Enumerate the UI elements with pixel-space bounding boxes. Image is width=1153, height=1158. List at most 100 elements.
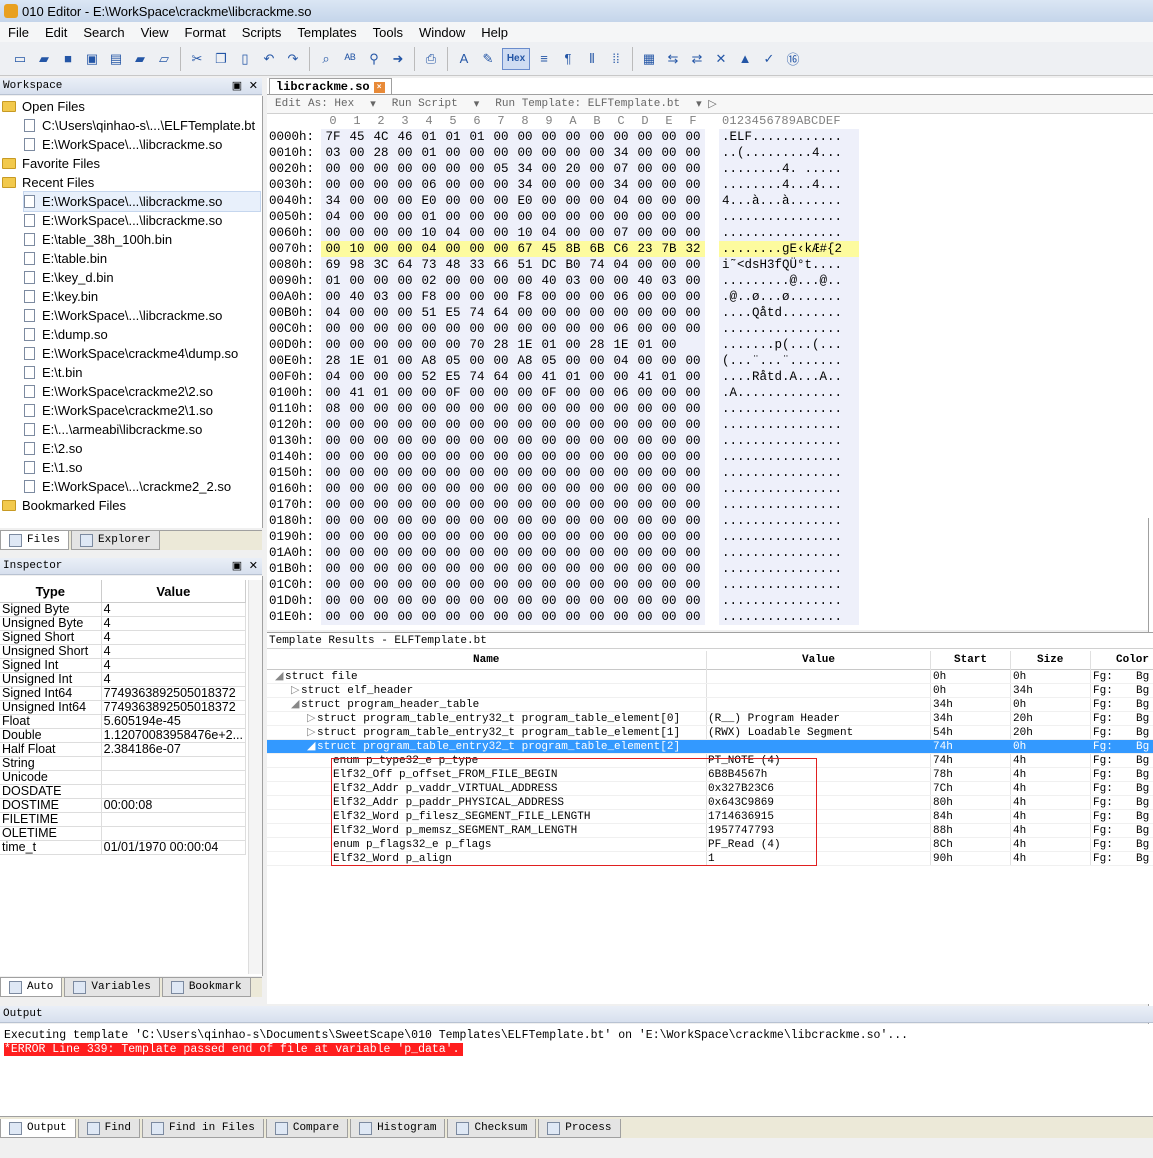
workspace-file[interactable]: E:\WorkSpace\...\libcrackme.so [23,191,261,212]
hex-byte[interactable]: 00 [609,274,633,288]
hex-byte[interactable]: 04 [609,354,633,368]
hex-byte[interactable]: 00 [417,562,441,576]
hex-byte[interactable]: 0F [441,386,465,400]
hex-byte[interactable]: 00 [681,482,705,496]
hex-byte[interactable]: 00 [681,402,705,416]
template-row[interactable]: ◢ struct program_header_table 34h 0h Fg: Bg [267,698,1153,712]
hex-byte[interactable]: 34 [321,194,345,208]
open-folder-icon[interactable]: ▰ [130,49,150,69]
hex-byte[interactable]: 10 [417,226,441,240]
hex-byte[interactable]: E0 [417,194,441,208]
hex-byte[interactable]: 00 [393,338,417,352]
hex-byte[interactable]: 00 [609,210,633,224]
hex-row[interactable]: 0100h: 00 41 01 00 00 0F 00 00 00 0F 00 00 06 00 00 00 .A… [267,385,1127,401]
hex-byte[interactable]: 23 [633,242,657,256]
hex-byte[interactable]: 00 [441,242,465,256]
collapsed-arrow-icon[interactable]: ▷ [307,726,317,740]
hex-byte[interactable]: 00 [393,530,417,544]
hex-byte[interactable]: 00 [561,322,585,336]
hex-byte[interactable]: 00 [657,434,681,448]
hex-byte[interactable]: 00 [465,514,489,528]
hex-byte[interactable]: 00 [345,418,369,432]
hex-byte[interactable]: 00 [345,610,369,624]
hex-byte[interactable]: 34 [513,162,537,176]
hex-byte[interactable]: 34 [609,146,633,160]
hex-byte[interactable]: 34 [609,178,633,192]
hex-byte[interactable]: 00 [489,354,513,368]
hex-byte[interactable]: 41 [537,370,561,384]
cut-icon[interactable]: ✂ [187,49,207,69]
hex-byte[interactable]: 64 [489,306,513,320]
hex-byte[interactable]: 07 [609,162,633,176]
hex-byte[interactable]: 00 [537,178,561,192]
edit-as-dropdown[interactable]: Edit As: Hex [275,98,354,110]
hex-byte[interactable]: 00 [681,578,705,592]
collapsed-arrow-icon[interactable]: ▷ [291,684,301,698]
hex-byte[interactable]: 00 [657,594,681,608]
hex-byte[interactable]: 00 [513,210,537,224]
hex-byte[interactable]: 00 [465,178,489,192]
hex-byte[interactable]: 00 [537,594,561,608]
hex-byte[interactable]: 00 [441,178,465,192]
hex-byte[interactable]: 70 [465,338,489,352]
hex-byte[interactable]: 28 [489,338,513,352]
hex-byte[interactable]: 00 [513,146,537,160]
replace-icon[interactable]: ᴬᴮ [340,49,360,69]
hex-byte[interactable]: 41 [345,386,369,400]
workspace-file[interactable]: E:\...\armeabi\libcrackme.so [24,420,260,439]
hex-byte[interactable]: 00 [609,418,633,432]
hex-row[interactable]: 0110h: 08 00 00 00 00 00 00 00 00 00 00 00 00 00 00 00..… [267,401,1127,417]
hex-byte[interactable]: 00 [633,514,657,528]
hex-byte[interactable]: 00 [345,274,369,288]
inspector-value[interactable] [101,812,247,827]
hex-byte[interactable]: 00 [561,178,585,192]
hex-row[interactable]: 0120h: 00 00 00 00 00 00 00 00 00 00 00 00 00 00 00 00..… [267,417,1127,433]
hex-byte[interactable]: 00 [585,290,609,304]
hex-row[interactable]: 0190h: 00 00 00 00 00 00 00 00 00 00 00 00 00 00 00 00..… [267,529,1127,545]
hex-byte[interactable]: 00 [417,498,441,512]
workspace-file[interactable]: E:\WorkSpace\...\libcrackme.so [24,135,260,154]
hex-byte[interactable]: 00 [369,434,393,448]
hex-byte[interactable]: 00 [417,466,441,480]
hex-byte[interactable]: 00 [633,162,657,176]
hex-byte[interactable]: 00 [633,306,657,320]
hex-byte[interactable]: 00 [585,322,609,336]
hex-byte[interactable]: 4C [369,130,393,144]
hex-byte[interactable]: 28 [585,338,609,352]
hex-byte[interactable]: 04 [321,370,345,384]
hex-byte[interactable]: 00 [681,306,705,320]
hex-mode-button[interactable]: Hex [502,47,530,70]
hex-byte[interactable]: 00 [609,370,633,384]
hex-byte[interactable]: 67 [513,242,537,256]
calculator-icon[interactable]: ▦ [639,49,659,69]
hex-byte[interactable]: 00 [585,354,609,368]
menu-window[interactable]: Window [411,25,473,40]
hex-byte[interactable]: 52 [417,370,441,384]
hex-byte[interactable]: 00 [561,578,585,592]
hex-byte[interactable]: 00 [345,338,369,352]
hex-byte[interactable]: 00 [441,610,465,624]
hex-byte[interactable]: 00 [369,466,393,480]
template-row[interactable]: ◢ struct file 0h 0h Fg: Bg [267,670,1153,684]
inspector-row[interactable]: Unsigned Short 4 [0,644,247,659]
hex-ascii[interactable]: ....Qåtd........ [719,305,859,321]
hex-byte[interactable]: 00 [585,370,609,384]
hex-byte[interactable]: 1E [513,338,537,352]
hex-row[interactable]: 0060h: 00 00 00 00 10 04 00 00 10 04 00 00 07 00 00 00..… [267,225,1127,241]
tab-explorer[interactable]: Explorer [71,531,160,550]
hex-ascii[interactable]: ................ [719,433,859,449]
hex-byte[interactable]: 00 [585,226,609,240]
hex-byte[interactable]: 00 [681,226,705,240]
hex-byte[interactable]: 01 [561,370,585,384]
hex-byte[interactable]: 00 [465,274,489,288]
hex-byte[interactable]: 00 [609,130,633,144]
hex-byte[interactable]: 00 [537,530,561,544]
hex-byte[interactable]: 00 [441,418,465,432]
hex-row[interactable]: 0010h: 03 00 28 00 01 00 00 00 00 00 00 00 34 00 00 00..… [267,145,1127,161]
tab-process[interactable]: Process [538,1119,621,1138]
hex-byte[interactable]: 00 [633,482,657,496]
hex-byte[interactable]: 00 [369,178,393,192]
hex-byte[interactable]: 00 [681,594,705,608]
hex-byte[interactable]: 01 [369,354,393,368]
hex-byte[interactable]: 33 [465,258,489,272]
